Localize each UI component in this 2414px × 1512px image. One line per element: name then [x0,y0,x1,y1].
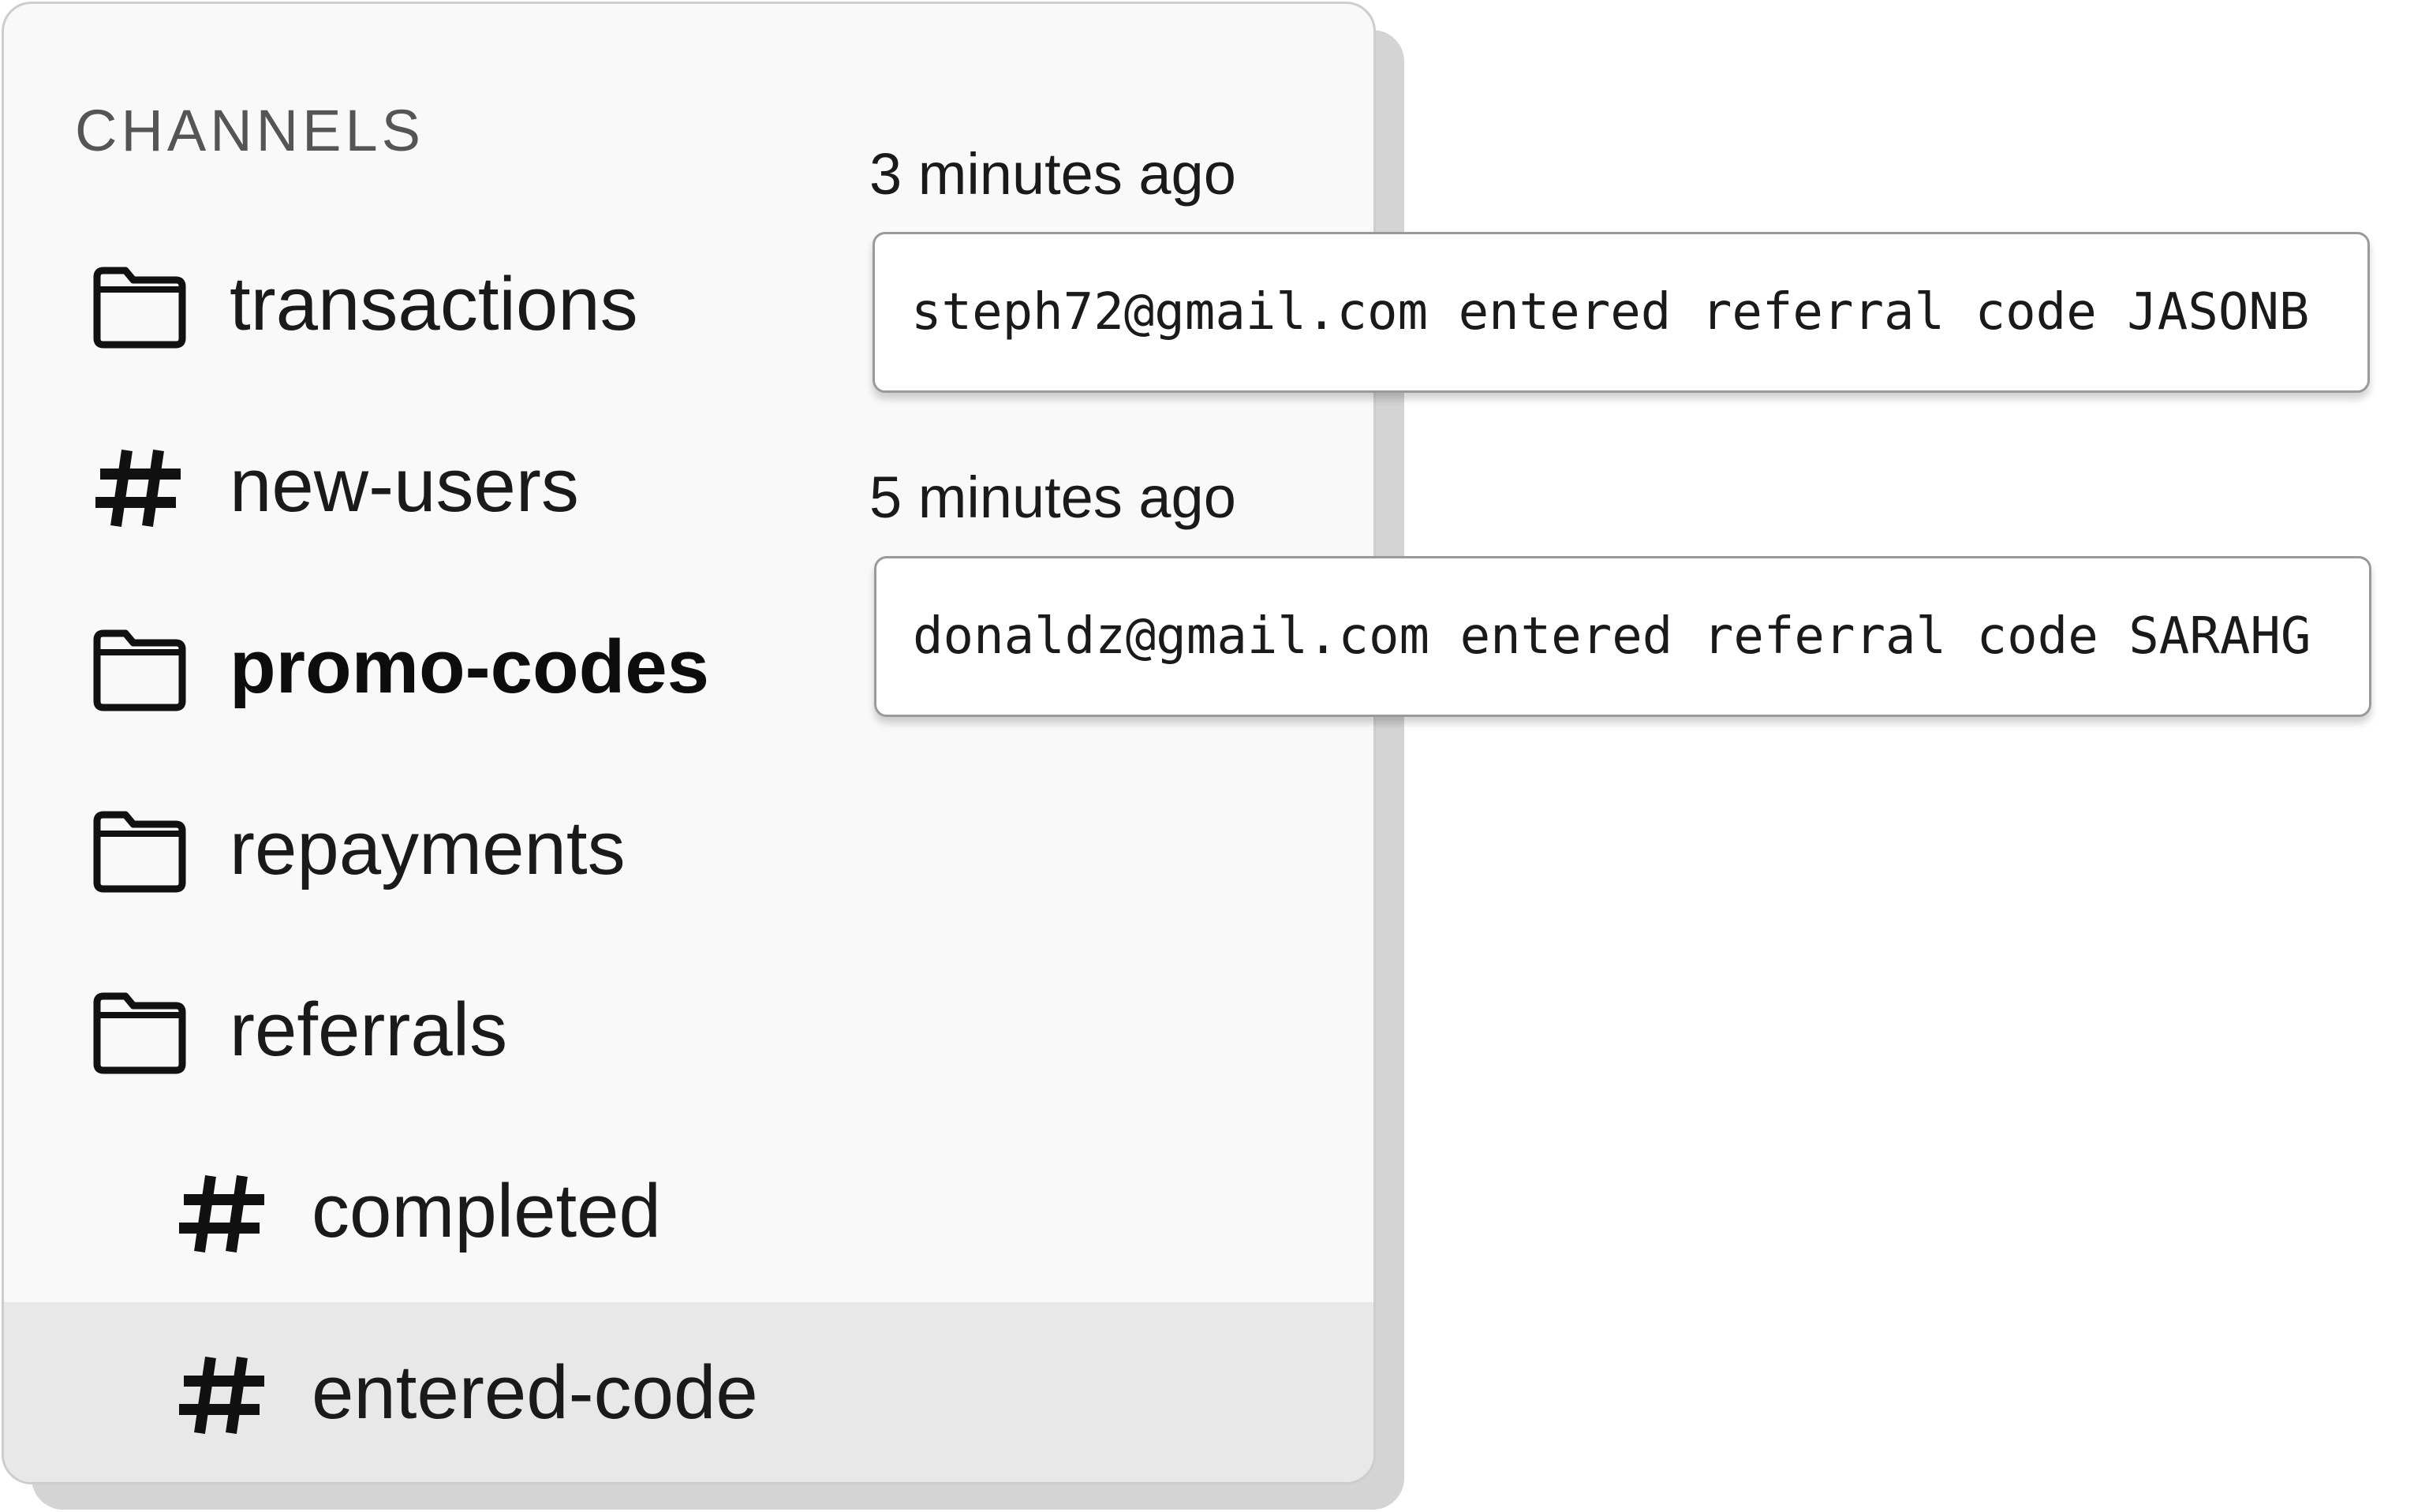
hash-icon [179,1356,264,1435]
folder-icon [93,992,186,1074]
channel-item-referrals[interactable]: referrals [4,939,1373,1121]
channel-label-completed: completed [312,1169,661,1253]
channel-item-entered-code[interactable]: entered-code [4,1302,1373,1482]
channel-label-transactions: transactions [230,262,638,346]
channel-item-repayments[interactable]: repayments [4,758,1373,939]
message-timestamp: 3 minutes ago [869,141,1236,207]
channels-heading: CHANNELS [75,98,424,163]
message-timestamp: 5 minutes ago [869,465,1236,530]
message-card[interactable]: steph72@gmail.com entered referral code … [873,232,2370,393]
message-text: donaldz@gmail.com entered referral code … [913,607,2311,666]
message-card[interactable]: donaldz@gmail.com entered referral code … [874,556,2371,717]
channel-item-completed[interactable]: completed [4,1121,1373,1302]
hash-icon [95,449,181,528]
channel-label-entered-code: entered-code [312,1350,758,1435]
channel-label-promo-codes: promo-codes [230,625,710,709]
channel-label-new-users: new-users [230,443,579,528]
channel-label-referrals: referrals [230,987,508,1072]
app-stage: CHANNELS transactions new-users promo-co… [0,0,2414,1512]
message-text: steph72@gmail.com entered referral code … [911,283,2310,342]
hash-icon [179,1174,264,1253]
folder-icon [93,629,186,711]
channel-label-repayments: repayments [230,806,626,890]
channels-panel: CHANNELS transactions new-users promo-co… [2,2,1376,1484]
folder-icon [93,267,186,349]
folder-icon [93,811,186,893]
